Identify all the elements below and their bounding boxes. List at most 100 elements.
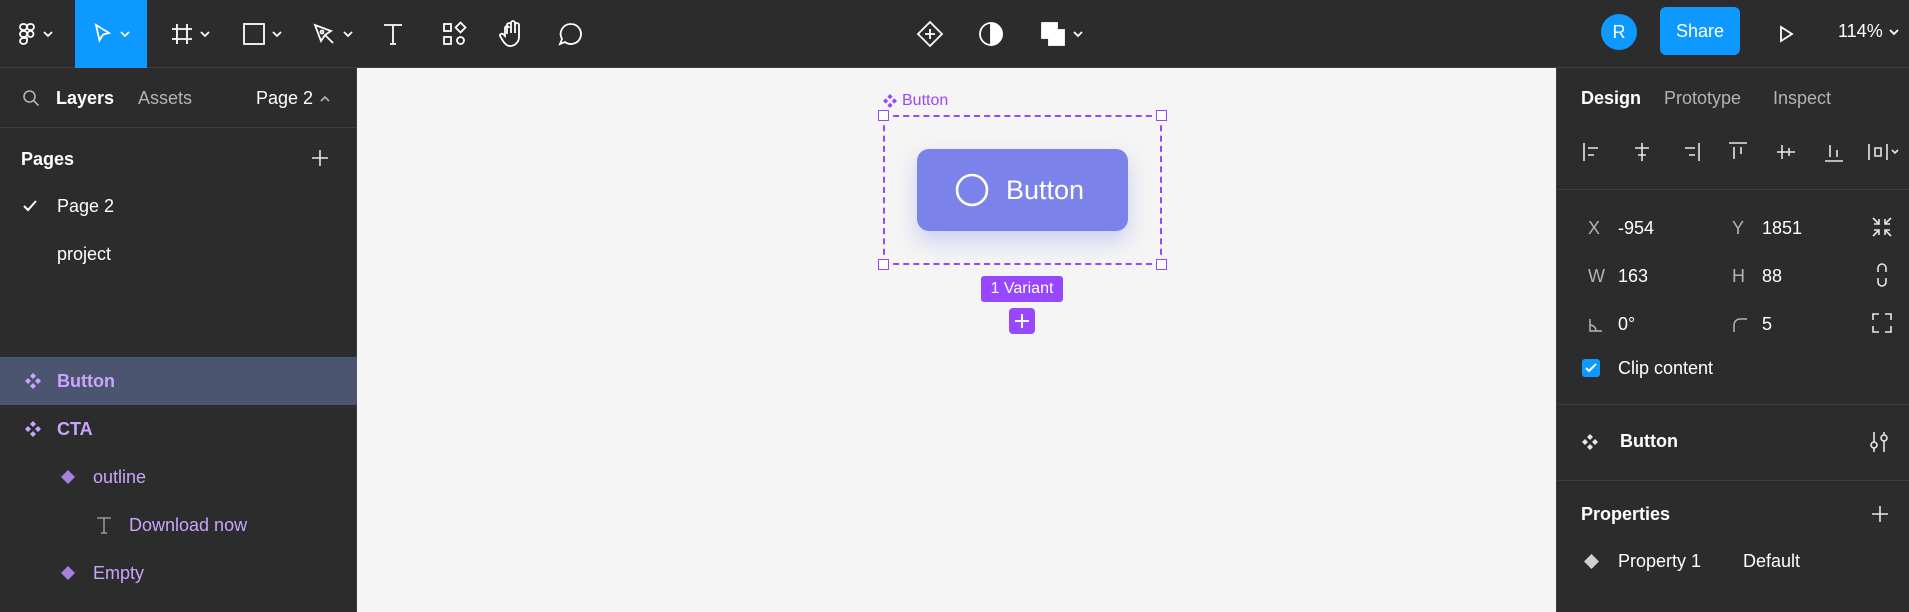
button-component[interactable]: Button xyxy=(917,149,1128,231)
text-layer-icon xyxy=(95,516,129,534)
constrain-proportions-icon[interactable] xyxy=(1873,262,1891,288)
component-settings-icon[interactable] xyxy=(1868,430,1890,454)
resize-handle-top-right[interactable] xyxy=(1156,110,1167,121)
layer-item-download-now[interactable]: Download now xyxy=(0,501,357,549)
tab-layers[interactable]: Layers xyxy=(56,88,114,109)
boolean-button[interactable] xyxy=(1036,0,1086,68)
frame-label-text: Button xyxy=(902,92,949,109)
align-left-icon[interactable] xyxy=(1582,141,1604,163)
move-cursor-icon xyxy=(92,22,114,46)
resize-handle-top-left[interactable] xyxy=(878,110,889,121)
layer-label: Button xyxy=(57,370,115,391)
absolute-position-icon[interactable] xyxy=(1871,216,1893,238)
pen-icon xyxy=(311,21,337,47)
property-row[interactable]: Property 1 Default xyxy=(1581,542,1891,580)
hand-tool-button[interactable] xyxy=(494,0,530,68)
present-button[interactable] xyxy=(1768,0,1804,68)
tab-inspect[interactable]: Inspect xyxy=(1773,88,1831,109)
zoom-level: 114% xyxy=(1838,21,1883,41)
right-panel: Design Prototype Inspect X -954 Y 1851 W… xyxy=(1556,68,1909,612)
text-tool-button[interactable] xyxy=(375,0,411,68)
tab-prototype[interactable]: Prototype xyxy=(1664,88,1741,109)
circle-icon xyxy=(954,172,990,208)
component-name: Button xyxy=(1620,431,1678,451)
shape-tool-button[interactable] xyxy=(232,0,292,68)
left-panel: Layers Assets Page 2 Pages Page 2 projec… xyxy=(0,68,357,612)
zoom-menu[interactable]: 114% xyxy=(1838,0,1899,63)
add-page-icon[interactable] xyxy=(310,148,330,168)
page-item-project[interactable]: project xyxy=(0,230,357,278)
x-position-field[interactable]: X -954 xyxy=(1581,209,1687,247)
layer-item-outline[interactable]: outline xyxy=(0,453,357,501)
play-icon xyxy=(1775,23,1797,45)
corner-radius-value: 5 xyxy=(1762,314,1773,334)
chevron-down-icon xyxy=(1073,30,1083,38)
height-field[interactable]: H 88 xyxy=(1725,257,1831,295)
rectangle-icon xyxy=(242,22,266,46)
pages-section-title: Pages xyxy=(21,149,75,169)
page-item-label: Page 2 xyxy=(57,195,115,216)
w-label: W xyxy=(1588,266,1605,286)
avatar[interactable]: R xyxy=(1601,14,1637,50)
width-field[interactable]: W 163 xyxy=(1581,257,1687,295)
comment-tool-button[interactable] xyxy=(553,0,589,68)
chevron-down-icon xyxy=(43,30,53,38)
frame-label[interactable]: Button xyxy=(883,92,948,110)
add-variant-button[interactable] xyxy=(1009,308,1035,334)
x-label: X xyxy=(1588,218,1601,238)
contrast-icon xyxy=(977,20,1005,48)
main-menu-button[interactable] xyxy=(10,0,60,68)
h-value: 88 xyxy=(1762,266,1783,286)
y-value: 1851 xyxy=(1762,218,1803,238)
page-switcher[interactable]: Page 2 xyxy=(256,88,330,109)
layer-item-button[interactable]: Button xyxy=(0,357,357,405)
text-icon xyxy=(381,22,405,46)
component-set-icon xyxy=(1582,434,1598,450)
canvas[interactable]: Button Button 1 Variant xyxy=(357,68,1556,612)
align-vertical-center-icon[interactable] xyxy=(1775,141,1797,163)
clip-content-checkbox[interactable] xyxy=(1582,359,1600,377)
layer-item-empty[interactable]: Empty xyxy=(0,549,357,597)
layer-label: outline xyxy=(93,466,147,487)
align-right-icon[interactable] xyxy=(1679,141,1701,163)
property-value: Default xyxy=(1743,551,1801,571)
rotation-icon xyxy=(1588,317,1604,333)
y-position-field[interactable]: Y 1851 xyxy=(1725,209,1831,247)
figma-logo-icon xyxy=(17,22,37,46)
layer-item-cta[interactable]: CTA xyxy=(0,405,357,453)
frame-tool-button[interactable] xyxy=(160,0,220,68)
toolbar: R Share 114% xyxy=(0,0,1909,68)
align-horizontal-center-icon[interactable] xyxy=(1631,141,1653,163)
layer-label: Download now xyxy=(129,514,248,535)
instance-icon xyxy=(61,566,93,580)
align-top-icon[interactable] xyxy=(1727,141,1749,163)
distribute-icon[interactable] xyxy=(1867,141,1901,163)
corner-radius-icon xyxy=(1732,317,1748,333)
divider xyxy=(1557,480,1909,481)
search-icon[interactable] xyxy=(22,89,40,107)
resources-button[interactable] xyxy=(436,0,472,68)
variant-badge: 1 Variant xyxy=(981,276,1063,302)
divider xyxy=(1557,189,1909,190)
align-bottom-icon[interactable] xyxy=(1823,141,1845,163)
check-icon xyxy=(22,199,57,213)
add-property-icon[interactable] xyxy=(1870,504,1890,524)
rotation-field[interactable]: 0° xyxy=(1581,305,1687,343)
move-tool-button[interactable] xyxy=(75,0,147,68)
create-component-button[interactable] xyxy=(912,0,948,68)
w-value: 163 xyxy=(1618,266,1649,286)
resize-handle-bottom-left[interactable] xyxy=(878,259,889,270)
page-item-page-2[interactable]: Page 2 xyxy=(0,182,357,230)
clip-content-label: Clip content xyxy=(1618,358,1714,378)
tab-assets[interactable]: Assets xyxy=(138,88,192,109)
frame-icon xyxy=(170,22,194,46)
button-component-label: Button xyxy=(1006,174,1085,205)
independent-corners-icon[interactable] xyxy=(1871,312,1893,334)
pen-tool-button[interactable] xyxy=(302,0,362,68)
resize-handle-bottom-right[interactable] xyxy=(1156,259,1167,270)
share-button[interactable]: Share xyxy=(1660,7,1740,55)
tab-design[interactable]: Design xyxy=(1581,88,1641,109)
contrast-button[interactable] xyxy=(973,0,1009,68)
corner-radius-field[interactable]: 5 xyxy=(1725,305,1831,343)
h-label: H xyxy=(1732,266,1745,286)
